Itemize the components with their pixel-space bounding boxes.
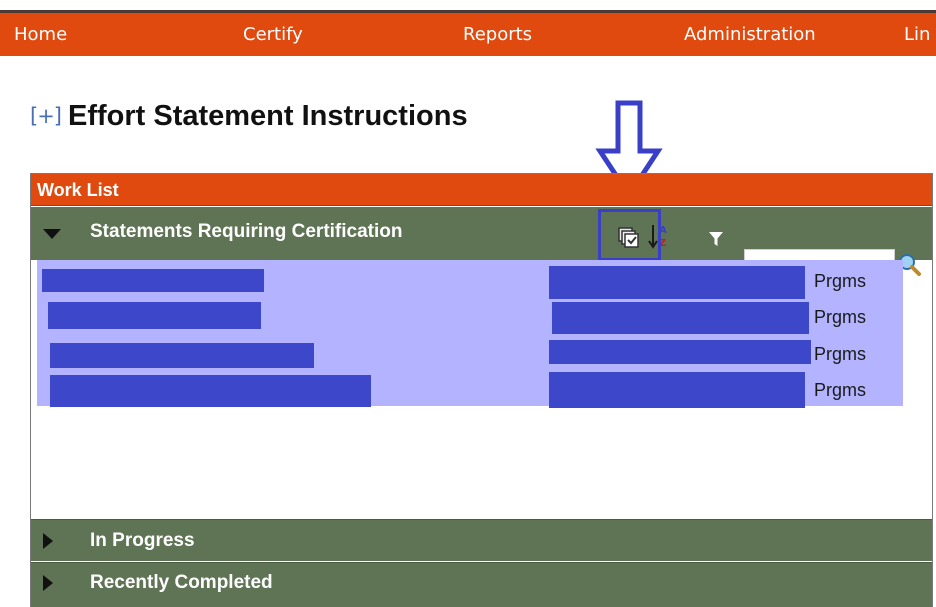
top-navigation: Home Certify Reports Administration Lin [0, 0, 936, 64]
expand-triangle-icon[interactable] [43, 575, 53, 591]
expand-triangle-icon[interactable] [43, 533, 53, 549]
section-label: Recently Completed [90, 572, 273, 593]
work-list-panel: Work List Statements Requiring Certifica… [30, 173, 933, 607]
work-list-header: Work List [31, 174, 932, 206]
svg-text:Z: Z [659, 238, 666, 249]
page-title: Effort Statement Instructions [67, 99, 468, 132]
nav-item-reports[interactable]: Reports [463, 13, 532, 56]
redacted-statement[interactable] [552, 302, 809, 334]
redacted-name [42, 269, 264, 292]
redacted-statement[interactable] [549, 340, 811, 364]
select-all-icon[interactable] [618, 227, 642, 249]
page-header: [+] Effort Statement Instructions [30, 96, 468, 136]
section-recently-completed[interactable]: Recently Completed [31, 562, 932, 607]
nav-item-links[interactable]: Lin [904, 13, 930, 56]
redacted-name [48, 302, 261, 329]
section-in-progress[interactable]: In Progress [31, 519, 932, 561]
svg-text:A: A [659, 225, 667, 236]
row-type-label: Prgms [814, 344, 867, 364]
nav-item-home[interactable]: Home [14, 13, 67, 56]
redacted-name [50, 343, 314, 368]
expand-icon[interactable]: [+] [30, 104, 62, 128]
section-statements-requiring-certification[interactable]: Statements Requiring Certification A Z [31, 207, 932, 279]
redacted-name [50, 375, 371, 407]
redacted-statement[interactable] [549, 372, 805, 408]
row-type-label: Prgms [814, 271, 867, 291]
nav-bar: Home Certify Reports Administration Lin [0, 10, 936, 56]
row-type-label: Prgms [814, 307, 867, 327]
nav-item-certify[interactable]: Certify [243, 13, 303, 56]
filter-icon[interactable] [708, 231, 724, 247]
sort-icon[interactable]: A Z [648, 223, 672, 251]
row-type-label: Prgms [814, 380, 867, 400]
redacted-statement[interactable] [549, 266, 805, 299]
collapse-triangle-icon[interactable] [43, 229, 61, 239]
section-label: Statements Requiring Certification [90, 221, 403, 242]
section-label: In Progress [90, 530, 195, 551]
nav-item-administration[interactable]: Administration [684, 13, 816, 56]
